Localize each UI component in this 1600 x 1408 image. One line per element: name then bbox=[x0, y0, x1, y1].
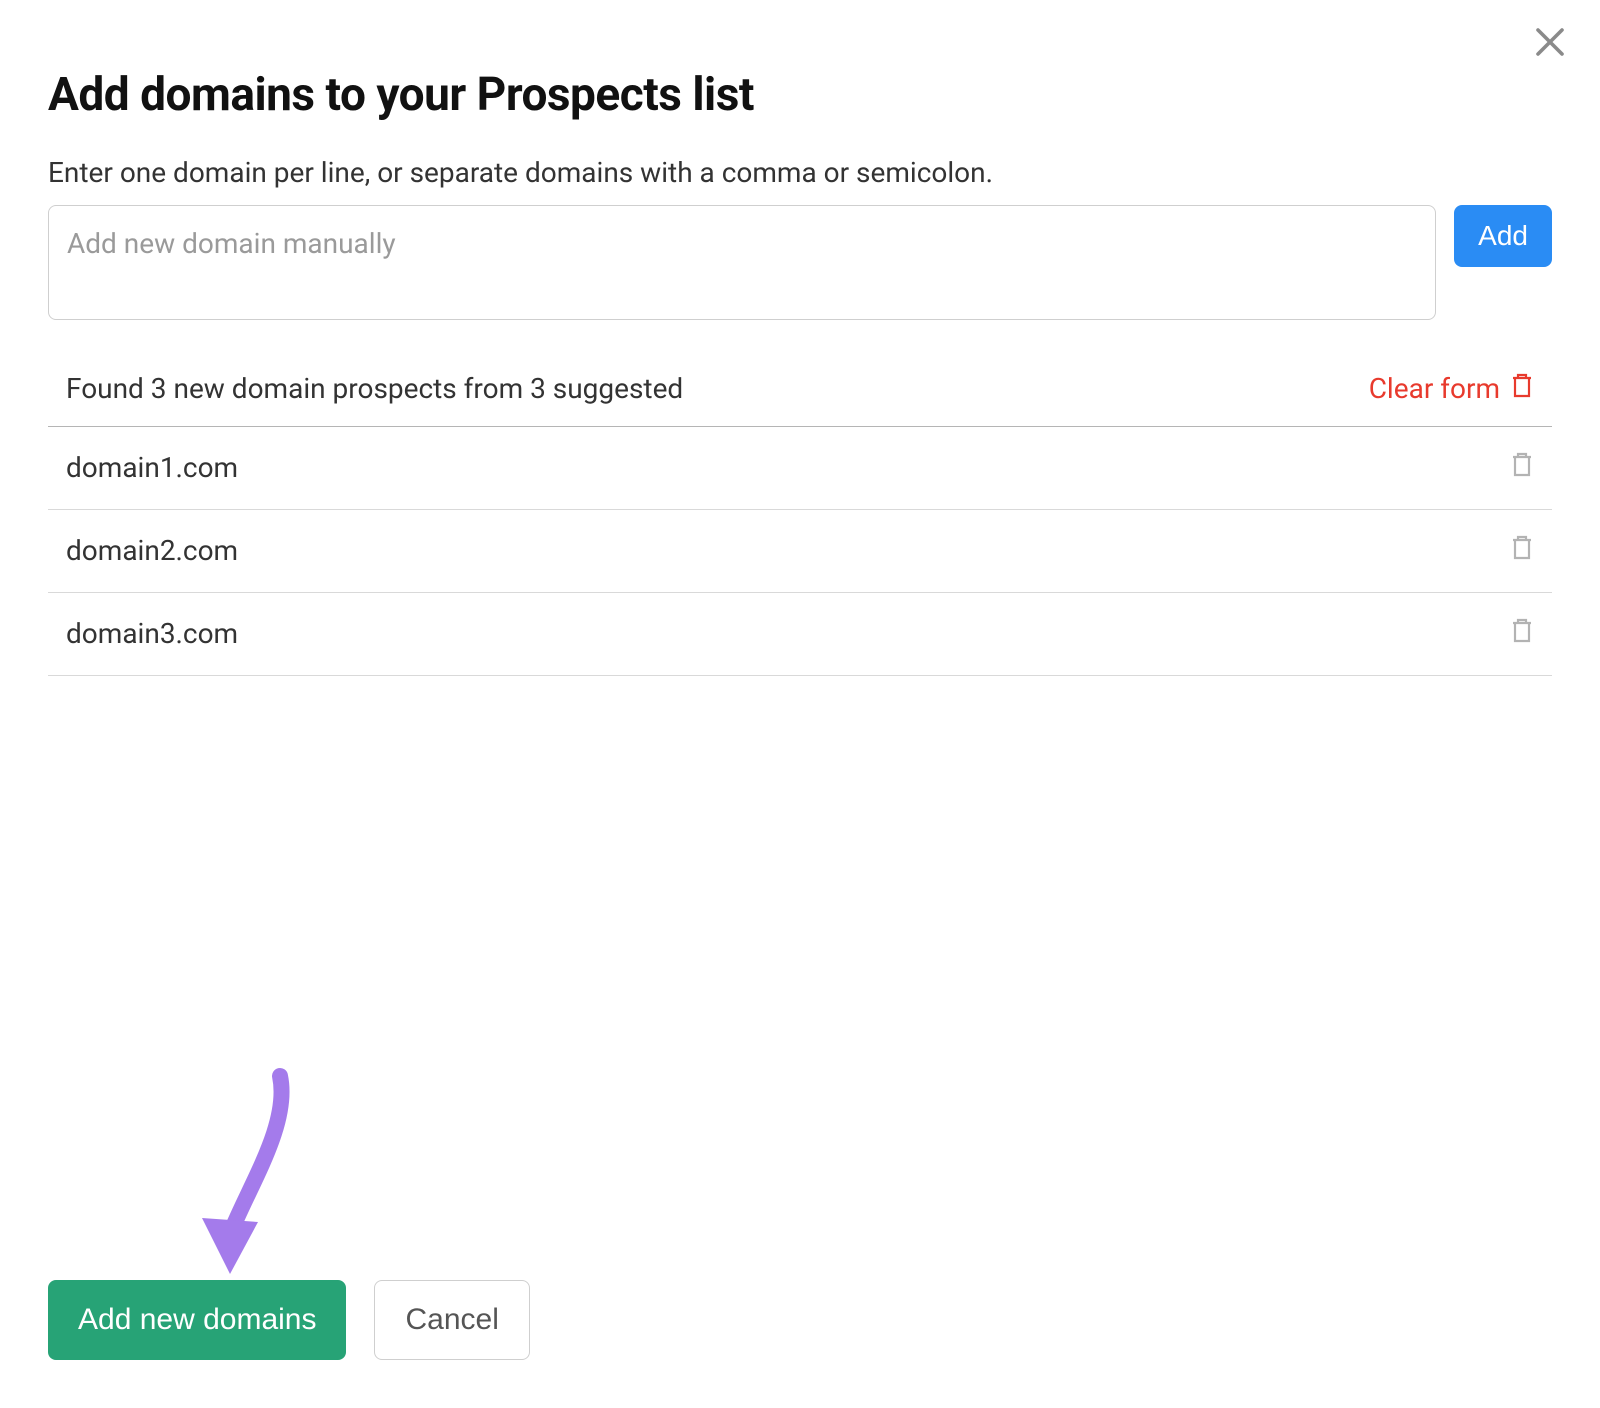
delete-domain-button[interactable] bbox=[1510, 534, 1534, 568]
trash-icon bbox=[1510, 372, 1534, 406]
clear-form-label: Clear form bbox=[1369, 372, 1500, 405]
modal-title: Add domains to your Prospects list bbox=[48, 68, 1552, 122]
list-item: domain2.com bbox=[48, 510, 1552, 593]
trash-icon bbox=[1510, 451, 1534, 485]
domain-input[interactable] bbox=[48, 205, 1436, 320]
close-icon bbox=[1532, 24, 1568, 64]
add-button[interactable]: Add bbox=[1454, 205, 1552, 267]
arrow-annotation bbox=[190, 1064, 310, 1284]
add-domains-modal: Add domains to your Prospects list Enter… bbox=[0, 0, 1600, 1408]
add-new-domains-button[interactable]: Add new domains bbox=[48, 1280, 346, 1360]
close-button[interactable] bbox=[1526, 20, 1574, 68]
domain-name: domain1.com bbox=[66, 451, 238, 484]
domain-list: domain1.com domain2.com domain3.co bbox=[48, 427, 1552, 676]
domain-name: domain2.com bbox=[66, 534, 238, 567]
clear-form-button[interactable]: Clear form bbox=[1369, 372, 1534, 406]
domain-name: domain3.com bbox=[66, 617, 238, 650]
trash-icon bbox=[1510, 534, 1534, 568]
found-count-text: Found 3 new domain prospects from 3 sugg… bbox=[66, 372, 683, 405]
input-row: Add bbox=[48, 205, 1552, 320]
cancel-button[interactable]: Cancel bbox=[374, 1280, 529, 1360]
list-item: domain1.com bbox=[48, 427, 1552, 510]
delete-domain-button[interactable] bbox=[1510, 617, 1534, 651]
found-summary-row: Found 3 new domain prospects from 3 sugg… bbox=[48, 372, 1552, 427]
modal-footer: Add new domains Cancel bbox=[48, 1280, 530, 1360]
list-item: domain3.com bbox=[48, 593, 1552, 676]
modal-subtitle: Enter one domain per line, or separate d… bbox=[48, 156, 1552, 189]
trash-icon bbox=[1510, 617, 1534, 651]
delete-domain-button[interactable] bbox=[1510, 451, 1534, 485]
